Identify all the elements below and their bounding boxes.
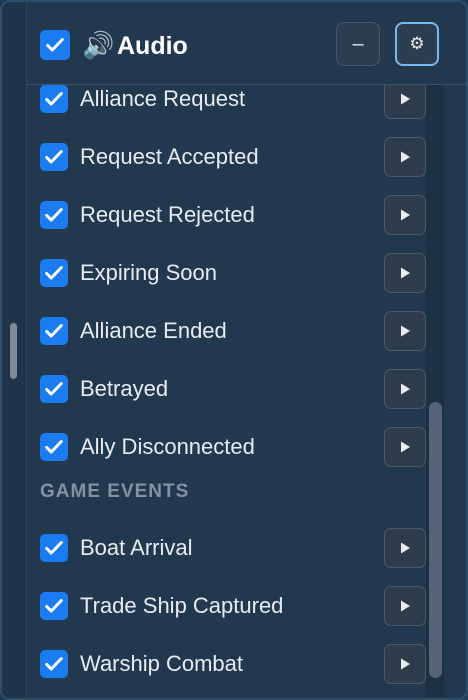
play-sound-button[interactable] (384, 195, 426, 235)
play-sound-button[interactable] (384, 85, 426, 119)
panel-title: Audio (117, 32, 188, 60)
play-icon (401, 151, 410, 163)
sound-row: Alliance Ended (27, 306, 427, 356)
sound-row: Trade Ship Captured (27, 581, 427, 631)
play-sound-button[interactable] (384, 644, 426, 684)
section-title-game-events: GAME EVENTS (40, 481, 190, 502)
checkmark-icon (45, 599, 63, 613)
sound-enabled-checkbox[interactable] (40, 317, 68, 345)
sound-row: Warship Combat (27, 639, 427, 689)
play-icon (401, 325, 410, 337)
sound-enabled-checkbox[interactable] (40, 85, 68, 113)
checkmark-icon (45, 208, 63, 222)
sound-label: Ally Disconnected (80, 434, 255, 459)
sound-row: Boat Arrival (27, 523, 427, 573)
settings-button[interactable]: ⚙ (395, 22, 439, 66)
gear-icon: ⚙ (409, 34, 425, 53)
sound-row: Alliance Request (27, 85, 427, 124)
play-icon (401, 93, 410, 105)
play-icon (401, 542, 410, 554)
checkmark-icon (45, 266, 63, 280)
sound-enabled-checkbox[interactable] (40, 259, 68, 287)
sound-label: Warship Combat (80, 651, 244, 676)
scrollbar-thumb[interactable] (429, 402, 442, 678)
sound-enabled-checkbox[interactable] (40, 592, 68, 620)
sound-enabled-checkbox[interactable] (40, 534, 68, 562)
side-resize-rail (2, 2, 27, 698)
sound-enabled-checkbox[interactable] (40, 375, 68, 403)
sound-row: Expiring Soon (27, 248, 427, 298)
play-icon (401, 267, 410, 279)
sound-row: Request Rejected (27, 190, 427, 240)
play-icon (401, 441, 410, 453)
sound-label: Alliance Request (80, 86, 246, 111)
checkmark-icon (45, 440, 63, 454)
play-icon (401, 209, 410, 221)
minimize-button[interactable]: – (336, 22, 380, 66)
play-icon (401, 383, 410, 395)
sound-row: Betrayed (27, 364, 427, 414)
play-sound-button[interactable] (384, 427, 426, 467)
checkmark-icon (46, 38, 64, 52)
sound-row: Ally Disconnected (27, 422, 427, 472)
play-sound-button[interactable] (384, 311, 426, 351)
resize-handle[interactable] (10, 323, 17, 379)
speaker-icon: 🔊 (82, 30, 115, 60)
sound-row: Request Accepted (27, 132, 427, 182)
checkmark-icon (45, 657, 63, 671)
play-sound-button[interactable] (384, 586, 426, 626)
play-icon (401, 658, 410, 670)
sound-label: Expiring Soon (80, 260, 217, 285)
sound-label: Boat Arrival (80, 535, 193, 560)
sound-list[interactable]: Alliance Request Request Accepted Request … (27, 85, 466, 698)
checkmark-icon (45, 382, 63, 396)
checkmark-icon (45, 324, 63, 338)
sound-label: Request Accepted (80, 144, 259, 169)
sound-label: Trade Ship Captured (80, 593, 284, 618)
play-icon (401, 600, 410, 612)
sound-label: Betrayed (80, 376, 169, 401)
sound-label: Alliance Ended (80, 318, 227, 343)
audio-panel: 🔊 Audio – ⚙ Alliance Request Request Acce… (0, 0, 468, 700)
sound-label: Request Rejected (80, 202, 255, 227)
sound-enabled-checkbox[interactable] (40, 650, 68, 678)
sound-enabled-checkbox[interactable] (40, 433, 68, 461)
play-sound-button[interactable] (384, 137, 426, 177)
checkmark-icon (45, 541, 63, 555)
checkmark-icon (45, 150, 63, 164)
sound-enabled-checkbox[interactable] (40, 143, 68, 171)
checkmark-icon (45, 92, 63, 106)
play-sound-button[interactable] (384, 369, 426, 409)
play-sound-button[interactable] (384, 253, 426, 293)
panel-header: 🔊 Audio – ⚙ (27, 2, 466, 85)
sound-enabled-checkbox[interactable] (40, 201, 68, 229)
audio-enabled-checkbox[interactable] (40, 30, 70, 60)
play-sound-button[interactable] (384, 528, 426, 568)
